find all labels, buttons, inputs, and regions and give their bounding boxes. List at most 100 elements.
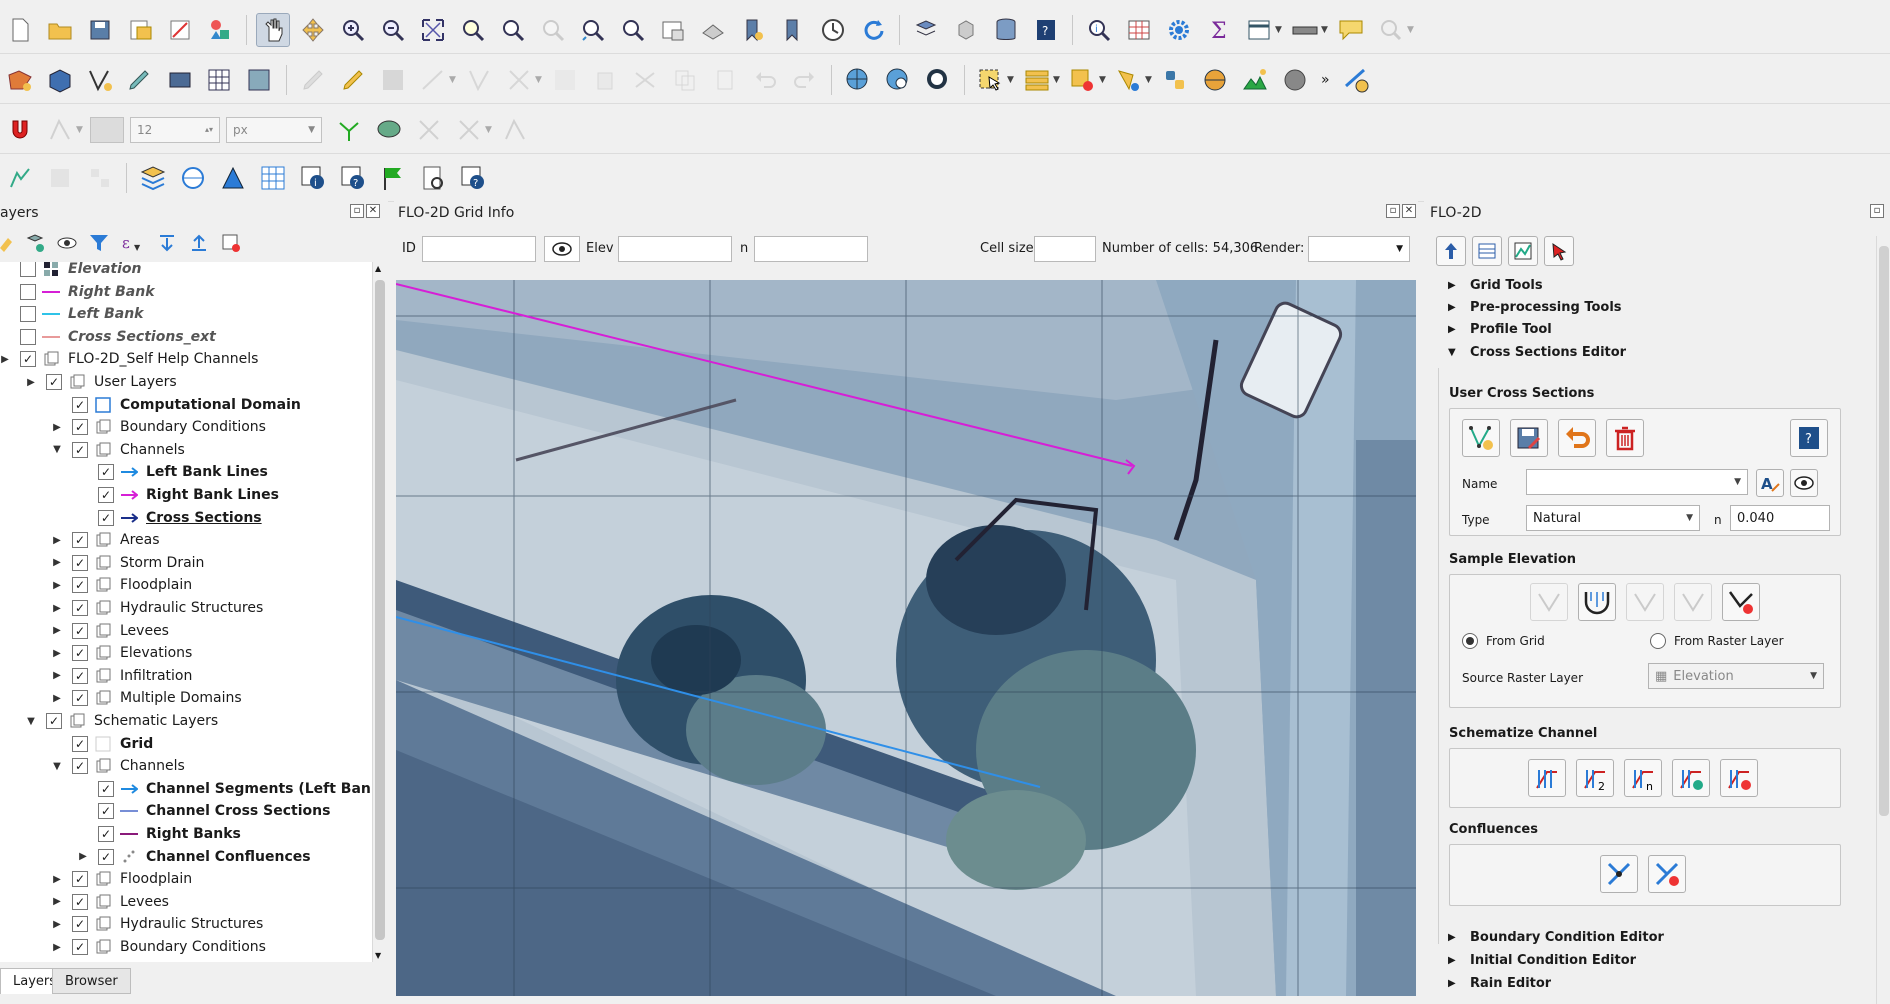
layer-tree-item[interactable]: Elevation [0, 262, 142, 280]
unit-select[interactable]: px ▼ [226, 116, 322, 143]
float-panel-button[interactable]: ▫ [1870, 204, 1884, 218]
cell-size-field[interactable] [1034, 236, 1096, 262]
layer-visibility-checkbox[interactable]: ✓ [98, 464, 114, 481]
select-by-value-icon[interactable] [1020, 63, 1054, 97]
chevron-down-icon[interactable]: ▼ [1099, 75, 1109, 85]
pan-to-selection-button[interactable] [296, 13, 330, 47]
flo2d-upload-button[interactable] [1436, 236, 1466, 266]
snapping-magnet-icon[interactable] [3, 113, 37, 147]
float-panel-button[interactable]: ▫ [350, 204, 364, 218]
layer-tree-item[interactable]: ▶ ✓ Floodplain [50, 574, 192, 596]
scroll-thumb[interactable] [1879, 246, 1889, 816]
flo2d-grid-icon[interactable] [256, 161, 290, 195]
snap-vertex-icon[interactable] [43, 113, 77, 147]
expand-arrow-icon[interactable]: ▶ [24, 377, 38, 388]
paste-icon[interactable] [708, 63, 742, 97]
node-tool-icon[interactable] [83, 161, 117, 195]
layer-visibility-checkbox[interactable] [20, 328, 36, 345]
expand-arrow-icon[interactable]: ▶ [50, 670, 64, 681]
save-project-button[interactable] [83, 13, 117, 47]
layer-visibility-checkbox[interactable]: ✓ [72, 939, 88, 955]
chevron-down-icon[interactable]: ▼ [485, 125, 495, 135]
rename-button[interactable]: A [1756, 469, 1784, 497]
layout-manager-button[interactable] [163, 13, 197, 47]
layer-tree-item[interactable]: ✓ Channel Cross Sections [76, 800, 330, 822]
collapse-all-icon[interactable] [188, 232, 210, 254]
flo2d-help-icon[interactable]: ? [336, 161, 370, 195]
open-styling-icon[interactable] [0, 232, 14, 254]
layer-visibility-checkbox[interactable]: ✓ [72, 893, 88, 910]
layer-tree-item[interactable]: ✓ Right Bank Lines [76, 484, 279, 506]
layer-tree-item[interactable]: ▶ ✓ Infiltration [50, 665, 192, 687]
globe-plugin-icon[interactable] [1198, 63, 1232, 97]
expand-arrow-icon[interactable]: ▶ [50, 896, 64, 907]
map-tips-icon[interactable] [1334, 13, 1368, 47]
chevron-down-icon[interactable]: ▼ [1321, 25, 1331, 35]
layer-tree-item[interactable]: Cross Sections_ext [0, 326, 216, 348]
add-confluence-button[interactable] [1600, 855, 1638, 893]
add-feature-icon[interactable] [416, 63, 450, 97]
snap-mode-box[interactable] [90, 116, 124, 143]
add-grid-icon[interactable] [203, 63, 237, 97]
render-select[interactable]: ▼ [1308, 236, 1410, 262]
layer-tree-item[interactable]: ✓ Channel Segments (Left Banks) [76, 778, 372, 800]
cut-icon[interactable] [628, 63, 662, 97]
from-raster-radio[interactable]: From Raster Layer [1650, 633, 1784, 649]
flo2d-info-grid-icon[interactable]: i [296, 161, 330, 195]
clear-sample-button[interactable] [1722, 583, 1760, 621]
collapse-arrow-icon[interactable]: ▼ [50, 444, 64, 455]
layer-tree-item[interactable]: ✓ Right Banks [76, 823, 241, 845]
new-3d-view-icon[interactable] [696, 13, 730, 47]
chevron-down-icon[interactable]: ▼ [449, 75, 459, 85]
scroll-thumb[interactable] [375, 280, 385, 940]
layer-tree-item[interactable]: ▼ ✓ Schematic Layers [24, 710, 218, 732]
close-panel-button[interactable]: ✕ [1402, 204, 1416, 218]
expand-arrow-icon[interactable]: ▶ [50, 580, 64, 591]
layer-tree-item[interactable]: ▶ ✓ Levees [50, 620, 169, 642]
flo2d-flag-icon[interactable] [376, 161, 410, 195]
delete-selected-icon[interactable] [588, 63, 622, 97]
open-project-button[interactable] [43, 13, 77, 47]
layer-visibility-checkbox[interactable]: ✓ [98, 487, 114, 503]
layer-visibility-checkbox[interactable]: ✓ [98, 803, 114, 820]
select-features-icon[interactable] [974, 63, 1008, 97]
layer-visibility-checkbox[interactable] [20, 306, 36, 323]
redo-icon[interactable] [788, 63, 822, 97]
collapse-arrow-icon[interactable]: ▼ [50, 761, 64, 772]
layer-visibility-checkbox[interactable]: ✓ [72, 441, 88, 458]
new-map-view-icon[interactable] [656, 13, 690, 47]
expand-all-icon[interactable] [156, 232, 178, 254]
manage-visibility-icon[interactable] [56, 232, 78, 254]
sample-all-button[interactable] [1674, 583, 1712, 621]
zoom-native-icon[interactable] [536, 13, 570, 47]
show-bookmarks-icon[interactable] [776, 13, 810, 47]
expand-arrow-icon[interactable]: ▶ [50, 648, 64, 659]
sample-n-button[interactable] [1626, 583, 1664, 621]
gps-device-icon[interactable] [163, 63, 197, 97]
from-grid-radio[interactable]: From Grid [1462, 633, 1545, 649]
zoom-to-layer-icon[interactable] [496, 13, 530, 47]
add-group-icon[interactable] [24, 232, 46, 254]
close-panel-button[interactable]: ✕ [366, 204, 380, 218]
expand-arrow-icon[interactable]: ▶ [76, 851, 90, 862]
flo2d-about-icon[interactable]: ? [456, 161, 490, 195]
layer-tree-item[interactable]: ▶ ✓ Storm Drain [50, 552, 204, 574]
zoom-full-icon[interactable] [416, 13, 450, 47]
save-cross-section-button[interactable] [1510, 419, 1548, 457]
refresh-icon[interactable] [856, 13, 890, 47]
avoid-overlap-icon[interactable] [412, 113, 446, 147]
web-map-search-icon[interactable] [881, 63, 915, 97]
flo2d-table-button[interactable] [1472, 236, 1502, 266]
section-grid-tools[interactable]: ▶ Grid Tools [1448, 278, 1543, 293]
python-console-icon[interactable] [1158, 63, 1192, 97]
layer-tree-scrollbar[interactable]: ▲ ▼ [372, 262, 386, 962]
filter-legend-icon[interactable] [88, 232, 110, 254]
layer-tree-item[interactable]: ▶ ✓ Areas [50, 529, 160, 551]
select-location-icon[interactable] [1112, 63, 1146, 97]
flo2d-structure-icon[interactable] [216, 161, 250, 195]
digitize-tool-icon[interactable] [3, 161, 37, 195]
layer-tree-item[interactable]: ▶ ✓ Floodplain [50, 868, 192, 890]
current-edits-icon[interactable] [296, 63, 330, 97]
eye-toggle-button[interactable] [544, 236, 580, 262]
temporal-controller-icon[interactable] [816, 13, 850, 47]
